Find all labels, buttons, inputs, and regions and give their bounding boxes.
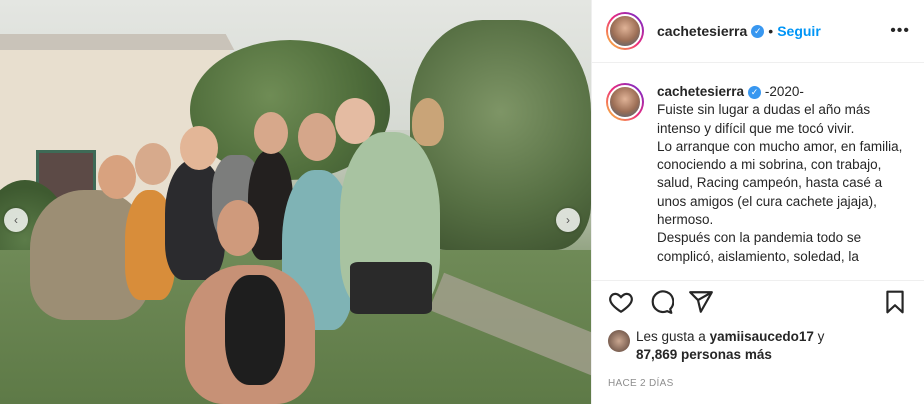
comment-icon[interactable] [648, 289, 674, 315]
caption-avatar[interactable] [606, 83, 644, 121]
photo-person-head [135, 143, 171, 185]
likes-text: Les gusta a yamiisaucedo17 y 87,869 pers… [636, 328, 824, 364]
photo-person-head [217, 200, 259, 256]
liker-username[interactable]: yamiisaucedo17 [710, 329, 814, 344]
photo-person-head [335, 98, 375, 144]
likes-prefix: Les gusta a [636, 329, 710, 344]
verified-badge-icon: ✓ [751, 24, 765, 38]
post-photo[interactable]: ‹ › [0, 0, 591, 404]
author-avatar-image [608, 14, 642, 48]
follow-button[interactable]: Seguir [777, 23, 821, 39]
caption-area[interactable]: cachetesierra ✓ -2020- Fuiste sin lugar a… [592, 63, 924, 280]
photo-roof [0, 34, 235, 50]
caption-fade [592, 266, 924, 280]
likes-conj: y [813, 329, 825, 344]
heart-icon[interactable] [608, 289, 634, 315]
caption-line: Fuiste sin lugar a dudas el año más inte… [657, 102, 871, 136]
caption-username[interactable]: cachetesierra [657, 84, 744, 99]
author-avatar[interactable] [606, 12, 644, 50]
caption-line: Después con la pandemia todo se complicó… [657, 230, 862, 264]
post-date[interactable]: HACE 2 DÍAS [592, 374, 924, 404]
carousel-prev-button[interactable]: ‹ [4, 208, 28, 232]
photo-dog [225, 275, 285, 385]
author-username[interactable]: cachetesierra [657, 23, 747, 39]
photo-person-head [298, 113, 336, 161]
caption-line: Lo arranque con mucho amor, en familia, … [657, 138, 903, 228]
caption-avatar-image [608, 85, 642, 119]
likes-count[interactable]: 87,869 personas más [636, 347, 772, 362]
post-side-panel: cachetesierra ✓ • Seguir ••• cachetesier… [591, 0, 924, 404]
photo-person-shorts [350, 262, 432, 314]
action-bar [592, 280, 924, 322]
liker-avatar[interactable] [608, 330, 630, 352]
photo-person-head [180, 126, 218, 170]
photo-person-head [98, 155, 136, 199]
likes-section: Les gusta a yamiisaucedo17 y 87,869 pers… [592, 322, 924, 374]
bookmark-icon[interactable] [882, 289, 908, 315]
photo-fan [412, 98, 444, 146]
verified-badge-icon: ✓ [748, 85, 762, 99]
caption-row: cachetesierra ✓ -2020- Fuiste sin lugar a… [606, 83, 910, 266]
instagram-post: ‹ › cachetesierra ✓ • Seguir ••• cachete… [0, 0, 924, 404]
carousel-next-button[interactable]: › [556, 208, 580, 232]
photo-person-head [254, 112, 288, 154]
share-icon[interactable] [688, 289, 714, 315]
post-header: cachetesierra ✓ • Seguir ••• [592, 0, 924, 63]
more-options-icon[interactable]: ••• [890, 22, 910, 40]
caption-line: -2020- [764, 84, 804, 99]
header-separator: • [768, 23, 774, 39]
caption-text: cachetesierra ✓ -2020- Fuiste sin lugar a… [657, 83, 905, 266]
